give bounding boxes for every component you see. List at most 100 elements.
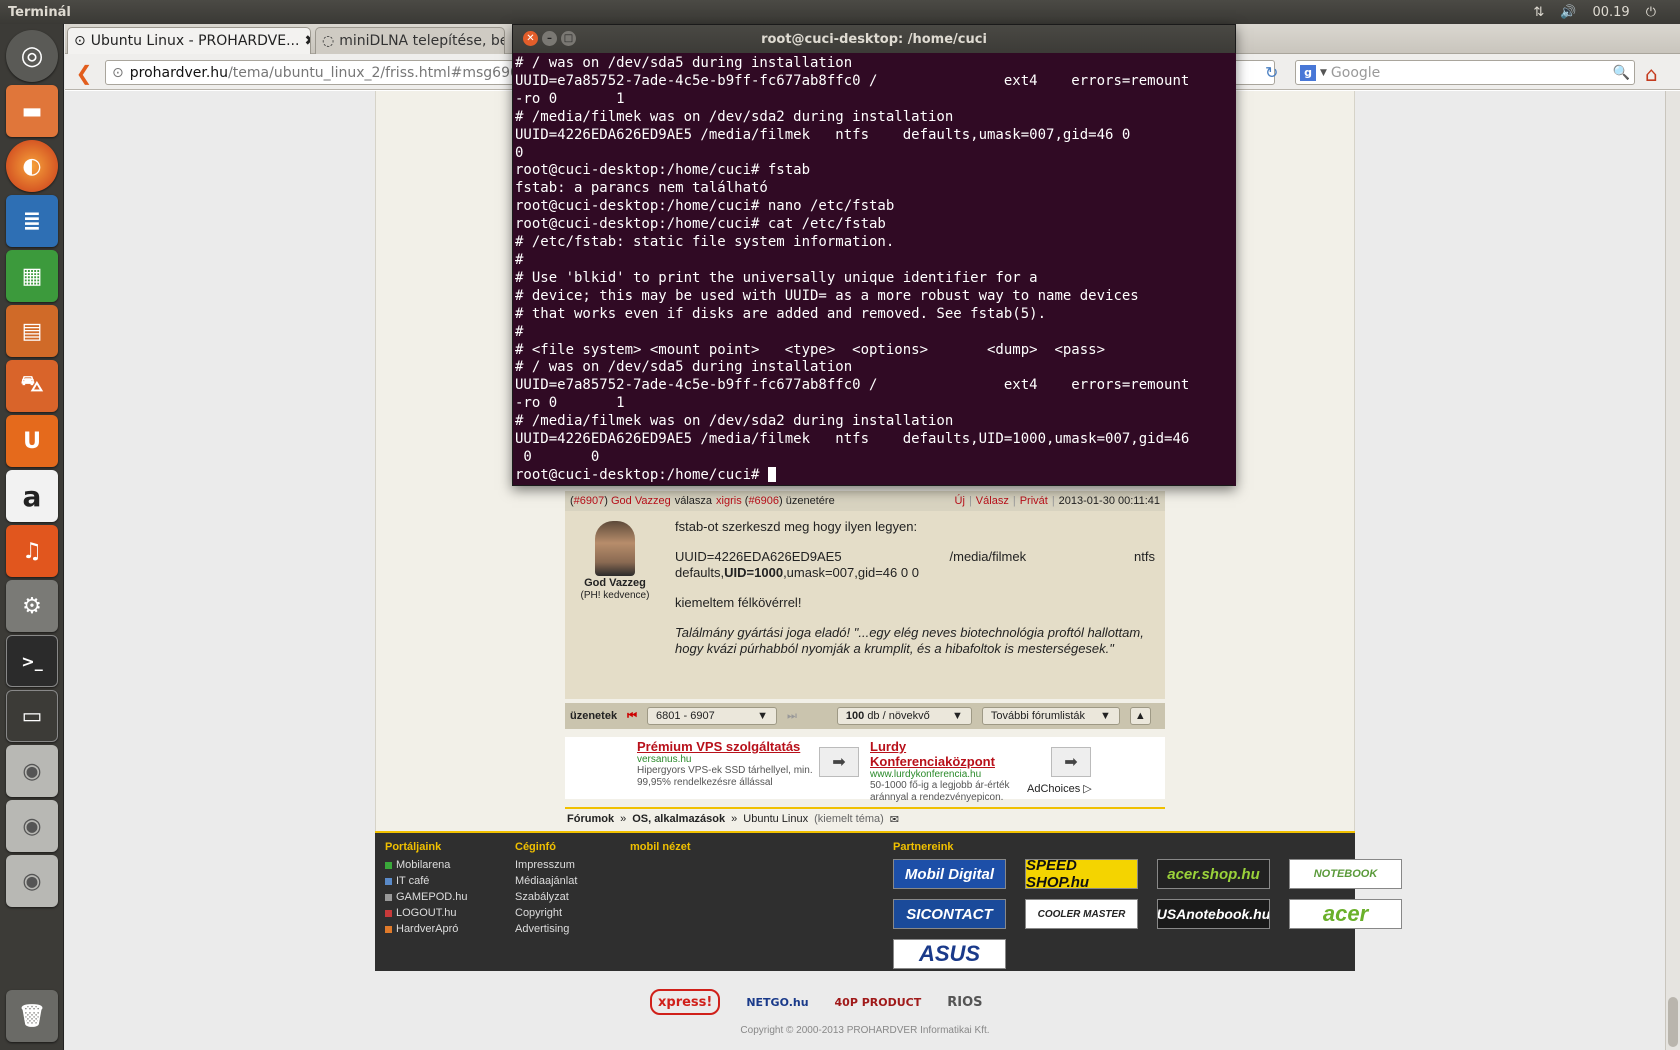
ad-title-link[interactable]: Prémium VPS szolgáltatás <box>637 739 800 754</box>
ubuntu-dash-icon[interactable]: ◎ <box>6 30 58 82</box>
amazon-icon[interactable]: a <box>6 470 58 522</box>
ad-item[interactable]: Lurdy Konferenciaközpont www.lurdykonfer… <box>870 739 1030 804</box>
software-center-icon[interactable]: ⛍ <box>6 360 58 412</box>
footer-link[interactable]: Advertising <box>515 923 577 935</box>
drive-icon[interactable]: ◉ <box>6 800 58 852</box>
sponsor-logo[interactable]: NETGO.hu <box>746 989 808 1015</box>
partner-logo[interactable]: ASUS <box>893 939 1006 969</box>
site-identity-icon[interactable]: ⊙ <box>112 65 124 81</box>
ad-domain: www.lurdykonferencia.hu <box>870 769 982 780</box>
per-page-count: 100 <box>845 710 865 722</box>
tab-minidlna[interactable]: ◌ miniDLNA telepítése, beá <box>315 27 505 54</box>
impress-icon[interactable]: ▤ <box>6 305 58 357</box>
terminal-titlebar[interactable]: ✕ – □ root@cuci-desktop: /home/cuci <box>513 25 1235 53</box>
sponsor-logo[interactable]: RIOS <box>947 989 982 1015</box>
breadcrumb-forums[interactable]: Fórumok <box>567 813 614 825</box>
footer-link[interactable]: IT café <box>385 875 468 887</box>
footer-link[interactable]: HardverApró <box>385 923 468 935</box>
terminal-scrollbar[interactable] <box>1233 53 1236 486</box>
post-id-link[interactable]: #6907 <box>574 495 605 507</box>
partner-logo[interactable]: SPEED SHOP.hu <box>1025 859 1138 889</box>
avatar[interactable] <box>595 521 635 576</box>
drive-icon[interactable]: ◉ <box>6 745 58 797</box>
author-link[interactable]: God Vazzeg <box>611 495 671 507</box>
google-engine-icon[interactable]: g <box>1300 64 1316 81</box>
reply-to-user-link[interactable]: xigris <box>716 495 742 507</box>
chevron-down-icon: ▼ <box>757 710 768 722</box>
ad-arrow-button[interactable]: ➡ <box>1051 747 1091 777</box>
tab-prohardver[interactable]: ⊙ Ubuntu Linux - PROHARDVE... ✖ <box>67 27 311 54</box>
more-forums-select[interactable]: További fórumlisták ▼ <box>981 707 1120 725</box>
ad-item[interactable]: Prémium VPS szolgáltatás versanus.hu Hip… <box>637 739 817 789</box>
reply-to-id-link[interactable]: #6906 <box>748 495 779 507</box>
private-message-link[interactable]: Privát <box>1020 495 1048 507</box>
drive-icon[interactable]: ◉ <box>6 855 58 907</box>
scrollbar-thumb[interactable] <box>1668 997 1678 1047</box>
footer-link[interactable]: Copyright <box>515 907 577 919</box>
next-page-icon[interactable]: ⏭ <box>787 710 797 723</box>
footer-link[interactable]: Médiaajánlat <box>515 875 577 887</box>
footer-mobile: mobil nézet <box>630 841 691 859</box>
adchoices-link[interactable]: AdChoices ▷ <box>1027 782 1092 795</box>
mail-icon[interactable]: ✉ <box>890 813 899 826</box>
trash-icon[interactable]: 🗑 <box>6 990 58 1042</box>
partner-logo[interactable]: COOLER MASTER <box>1025 899 1138 929</box>
breadcrumb-topic[interactable]: Ubuntu Linux <box>743 813 808 825</box>
ubuntu-one-icon[interactable]: U <box>6 415 58 467</box>
search-bar[interactable]: g ▼ Google 🔍 <box>1295 60 1635 85</box>
terminal-icon[interactable]: >_ <box>6 635 58 687</box>
sponsor-logo[interactable]: xpress! <box>650 989 721 1015</box>
writer-icon[interactable]: ≣ <box>6 195 58 247</box>
reload-icon[interactable]: ↻ <box>1265 63 1278 82</box>
ad-arrow-button[interactable]: ➡ <box>819 747 859 777</box>
footer-link[interactable]: Mobilarena <box>385 859 468 871</box>
music-icon[interactable]: ♫ <box>6 525 58 577</box>
user-name[interactable]: God Vazzeg <box>565 577 665 589</box>
terminal-line: UUID=4226EDA626ED9AE5 /media/filmek ntfs… <box>515 126 1131 143</box>
more-forums-label: További fórumlisták <box>990 710 1086 722</box>
new-post-link[interactable]: Új <box>955 495 965 507</box>
page-range-select[interactable]: 6801 - 6907 ▼ <box>646 707 777 725</box>
power-icon[interactable]: ⏻ <box>1646 5 1656 20</box>
opt-post: ,umask=007,gid=46 0 0 <box>783 565 919 580</box>
home-icon[interactable]: ⌂ <box>1645 62 1658 86</box>
bullet-icon <box>385 925 392 933</box>
terminal-window[interactable]: ✕ – □ root@cuci-desktop: /home/cuci # / … <box>512 24 1236 486</box>
settings-icon[interactable]: ⚙ <box>6 580 58 632</box>
partner-logo[interactable]: acer.shop.hu <box>1157 859 1270 889</box>
clock[interactable]: 00.19 <box>1592 5 1629 20</box>
sponsor-logos: xpress! NETGO.hu 40P PRODUCT RIOS <box>650 989 983 1015</box>
firefox-icon[interactable]: ◐ <box>6 140 58 192</box>
per-page-select[interactable]: 100 db / növekvő ▼ <box>836 707 972 725</box>
first-page-icon[interactable]: ⏮ <box>627 710 637 723</box>
partner-logo[interactable]: Mobil Digital <box>893 859 1006 889</box>
footer-link[interactable]: GAMEPOD.hu <box>385 891 468 903</box>
ad-domain: versanus.hu <box>637 754 692 765</box>
sponsor-logo[interactable]: 40P PRODUCT <box>835 989 922 1015</box>
footer-link[interactable]: LOGOUT.hu <box>385 907 468 919</box>
terminal-output[interactable]: # / was on /dev/sda5 during installation… <box>515 55 1233 485</box>
partner-logo[interactable]: USAnotebook.hu <box>1157 899 1270 929</box>
volume-icon[interactable]: 🔊 <box>1560 5 1576 20</box>
ad-title-link[interactable]: Lurdy Konferenciaközpont <box>870 739 995 769</box>
terminal-prompt-line[interactable]: root@cuci-desktop:/home/cuci# <box>515 467 1233 485</box>
network-icon[interactable]: ⇅ <box>1533 5 1544 20</box>
scroll-top-button[interactable]: ▲ <box>1129 707 1151 725</box>
partner-logo[interactable]: acer <box>1289 899 1402 929</box>
footer-link[interactable]: Szabályzat <box>515 891 577 903</box>
reply-link[interactable]: Válasz <box>976 495 1009 507</box>
workspace-icon[interactable]: ▭ <box>6 690 58 742</box>
breadcrumb-section[interactable]: OS, alkalmazások <box>632 813 725 825</box>
chevron-down-icon[interactable]: ▼ <box>1320 68 1327 78</box>
back-button[interactable]: ❮ <box>71 60 97 86</box>
calc-icon[interactable]: ▦ <box>6 250 58 302</box>
post-text: fstab-ot szerkeszd meg hogy ilyen legyen… <box>675 519 1155 671</box>
search-icon[interactable]: 🔍 <box>1613 65 1634 81</box>
partner-logo[interactable]: SICONTACT <box>893 899 1006 929</box>
page-scrollbar[interactable] <box>1665 91 1680 1050</box>
files-icon[interactable]: ▬ <box>6 85 58 137</box>
footer-link[interactable]: Impresszum <box>515 859 577 871</box>
partner-logo[interactable]: NOTEBOOK <box>1289 859 1402 889</box>
mobile-view-link[interactable]: mobil nézet <box>630 841 691 853</box>
close-tab-icon[interactable]: ✖ <box>304 33 310 49</box>
